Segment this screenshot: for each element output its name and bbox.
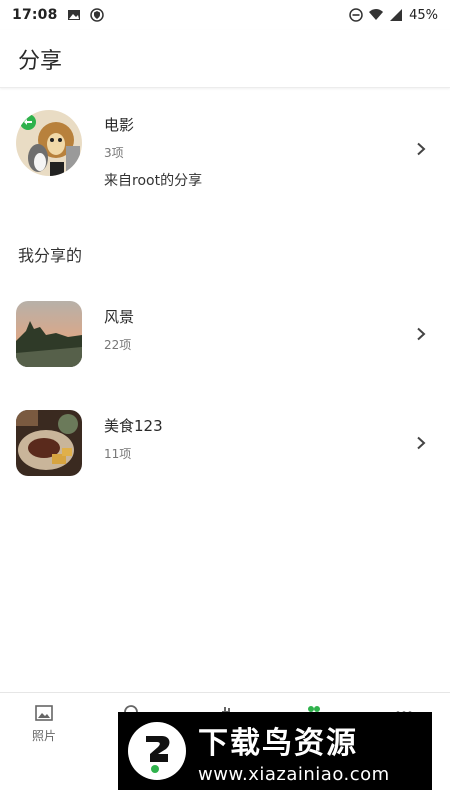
my-shares-heading: 我分享的	[18, 246, 83, 265]
chevron-right-icon	[417, 142, 426, 156]
album-item-count: 3项	[104, 146, 124, 160]
shared-album-row[interactable]: 电影 3项 来自root的分享	[0, 110, 450, 190]
status-bar: 17:08 45%	[0, 0, 450, 30]
watermark-title: 下载鸟资源	[198, 725, 358, 761]
photo-icon	[35, 705, 53, 721]
watermark-logo	[128, 722, 186, 780]
tab-photos[interactable]: 照片	[14, 703, 74, 744]
tab-photos-label: 照片	[31, 729, 56, 743]
watermark-url: www.xiazainiao.com	[198, 763, 390, 785]
bird-logo-icon	[146, 736, 170, 773]
landscape-thumbnail-image	[16, 301, 82, 367]
chevron-right-icon	[417, 436, 426, 450]
album-name: 电影	[104, 116, 135, 134]
album-name: 美食123	[104, 417, 163, 435]
gallery-notification-icon	[67, 10, 80, 20]
signal-icon	[390, 9, 403, 21]
album-thumbnail	[16, 110, 82, 176]
shield-notification-icon	[89, 8, 104, 22]
food-thumbnail-image	[16, 410, 82, 476]
battery-percent: 45%	[409, 7, 438, 23]
my-album-row[interactable]: 美食123 11项	[0, 410, 450, 476]
chevron-right-icon	[417, 327, 426, 341]
page-title: 分享	[18, 48, 63, 74]
album-item-count: 22项	[104, 338, 132, 352]
album-thumbnail	[16, 301, 82, 367]
album-thumbnail	[16, 410, 82, 476]
album-shared-from: 来自root的分享	[104, 173, 203, 189]
app-bar: 分享	[0, 30, 450, 88]
status-time: 17:08	[12, 7, 58, 23]
my-album-row[interactable]: 风景 22项	[0, 301, 450, 367]
wifi-icon	[369, 9, 384, 20]
do-not-disturb-icon	[349, 8, 363, 22]
album-name: 风景	[104, 308, 135, 326]
watermark-banner: 下载鸟资源 www.xiazainiao.com	[118, 712, 432, 790]
movie-thumbnail-image	[16, 110, 82, 176]
album-item-count: 11项	[104, 447, 132, 461]
